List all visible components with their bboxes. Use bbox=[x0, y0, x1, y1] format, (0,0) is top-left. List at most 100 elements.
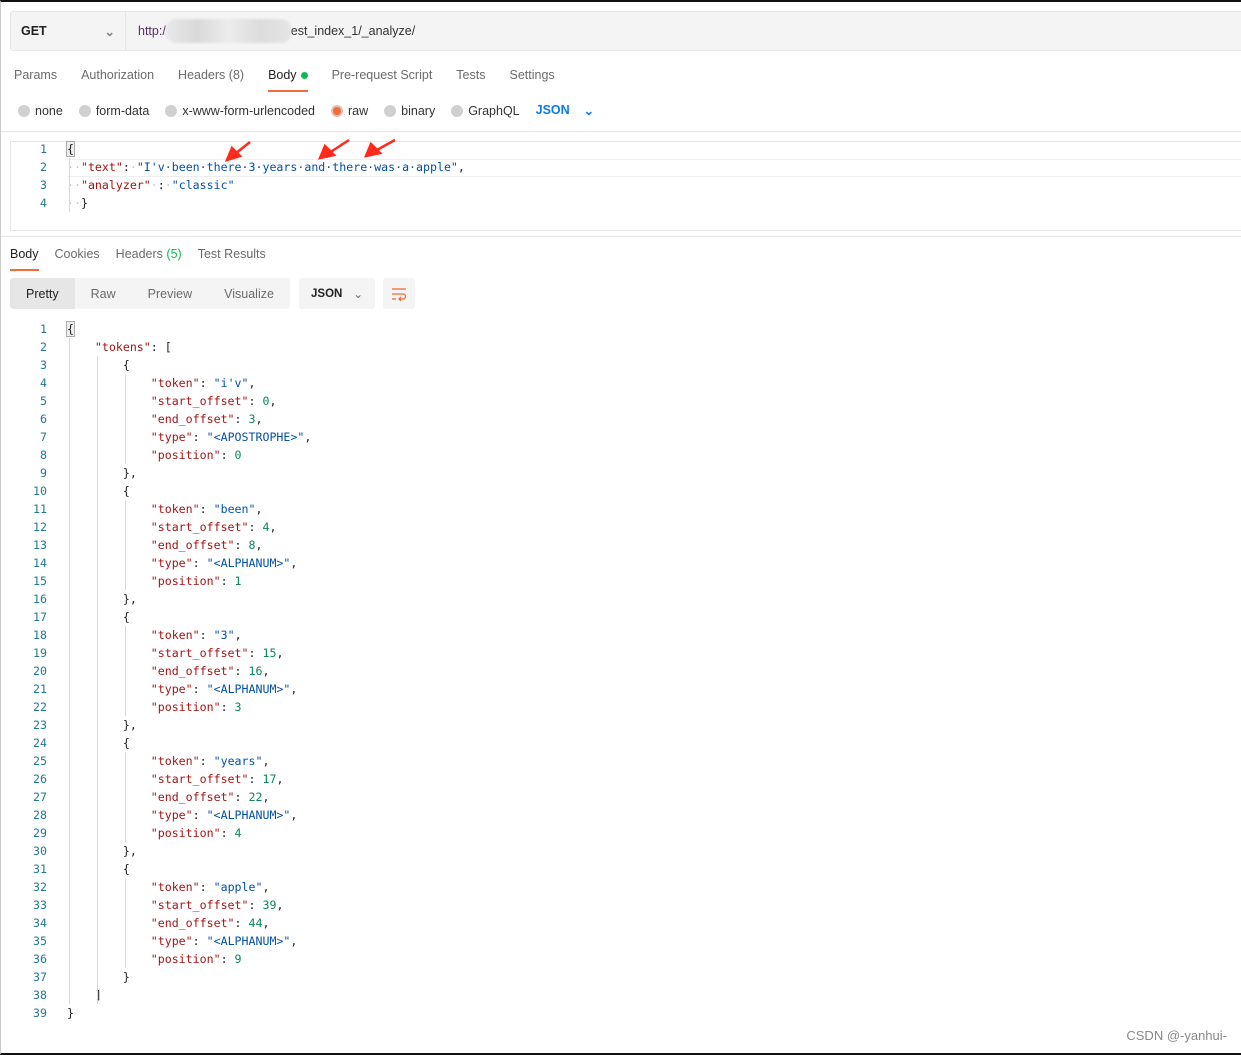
view-raw[interactable]: Raw bbox=[75, 278, 132, 309]
code-line: }, bbox=[67, 590, 137, 608]
view-visualize[interactable]: Visualize bbox=[208, 278, 290, 309]
code-token: "token" bbox=[150, 754, 200, 768]
code-line: "position": 4 bbox=[67, 824, 242, 842]
code-token: : bbox=[248, 898, 263, 912]
response-tab-headers[interactable]: Headers (5) bbox=[116, 247, 182, 271]
code-token: , bbox=[276, 898, 284, 912]
indent-guide bbox=[125, 374, 126, 464]
line-number: 39 bbox=[33, 1006, 47, 1020]
line-number: 11 bbox=[33, 502, 47, 516]
format-select[interactable]: JSON ⌄ bbox=[299, 278, 375, 309]
code-token: "<ALPHANUM>" bbox=[206, 556, 291, 570]
view-preview[interactable]: Preview bbox=[132, 278, 208, 309]
response-tab-cookies[interactable]: Cookies bbox=[55, 247, 100, 271]
code-line: "start_offset": 17, bbox=[67, 770, 284, 788]
code-token: "position" bbox=[150, 700, 221, 714]
arrow-head bbox=[363, 141, 383, 158]
code-token: : bbox=[234, 664, 249, 678]
arrow-head bbox=[317, 143, 337, 160]
code-token: "start_offset" bbox=[150, 898, 249, 912]
code-token: , bbox=[234, 628, 242, 642]
code-line: }, bbox=[67, 464, 137, 482]
line-number: 27 bbox=[33, 790, 47, 804]
code-line: "position": 1 bbox=[67, 572, 242, 590]
line-number: 23 bbox=[33, 718, 47, 732]
indent-guide bbox=[125, 626, 126, 716]
code-token: : bbox=[199, 376, 214, 390]
code-token: "tokens" bbox=[94, 340, 151, 354]
line-number: 35 bbox=[33, 934, 47, 948]
code-token: : bbox=[199, 502, 214, 516]
indent-guide bbox=[125, 752, 126, 842]
line-number: 10 bbox=[33, 484, 47, 498]
code-token: : bbox=[199, 628, 214, 642]
code-token: , bbox=[262, 880, 270, 894]
response-tab-body[interactable]: Body bbox=[10, 247, 39, 271]
code-token: 44 bbox=[248, 916, 263, 930]
code-token: , bbox=[255, 538, 263, 552]
line-number: 15 bbox=[33, 574, 47, 588]
code-token: "3" bbox=[213, 628, 235, 642]
code-token: "position" bbox=[150, 574, 221, 588]
code-line: "type": "<ALPHANUM>", bbox=[67, 554, 298, 572]
line-number: 32 bbox=[33, 880, 47, 894]
code-token: "end_offset" bbox=[150, 916, 235, 930]
line-number: 33 bbox=[33, 898, 47, 912]
code-token: , bbox=[290, 934, 298, 948]
code-line: "start_offset": 39, bbox=[67, 896, 284, 914]
watermark: CSDN @-yanhui- bbox=[1126, 1028, 1227, 1043]
code-line: "position": 3 bbox=[67, 698, 242, 716]
line-number: 1 bbox=[40, 322, 47, 336]
code-token: : bbox=[220, 826, 235, 840]
line-number: 29 bbox=[33, 826, 47, 840]
code-token: : bbox=[248, 394, 263, 408]
code-token: : bbox=[248, 520, 263, 534]
line-number: 17 bbox=[33, 610, 47, 624]
line-number: 38 bbox=[33, 988, 47, 1002]
code-token: "type" bbox=[150, 808, 193, 822]
code-token: 15 bbox=[262, 646, 277, 660]
code-token: : bbox=[248, 772, 263, 786]
code-token: , bbox=[269, 394, 277, 408]
tab-count: (5) bbox=[166, 247, 182, 261]
code-token: 1 bbox=[234, 574, 242, 588]
code-token: 9 bbox=[234, 952, 242, 966]
code-line: } bbox=[67, 968, 130, 986]
line-number: 4 bbox=[40, 376, 47, 390]
response-tab-test-results[interactable]: Test Results bbox=[198, 247, 266, 271]
code-line: "start_offset": 15, bbox=[67, 644, 284, 662]
code-token: , bbox=[290, 682, 298, 696]
code-token: : bbox=[199, 880, 214, 894]
code-token: "start_offset" bbox=[150, 394, 249, 408]
code-token: "end_offset" bbox=[150, 412, 235, 426]
code-token: : bbox=[220, 574, 235, 588]
code-token: , bbox=[290, 556, 298, 570]
code-token: , bbox=[262, 664, 270, 678]
line-number: 36 bbox=[33, 952, 47, 966]
wrap-lines-button[interactable] bbox=[383, 278, 415, 309]
code-token: "start_offset" bbox=[150, 520, 249, 534]
view-pretty[interactable]: Pretty bbox=[10, 278, 75, 309]
code-token: , bbox=[262, 754, 270, 768]
code-token: , bbox=[276, 646, 284, 660]
code-token: , bbox=[262, 916, 270, 930]
indent-guide bbox=[125, 878, 126, 968]
code-token: } bbox=[67, 970, 130, 984]
code-token: }, bbox=[67, 718, 137, 732]
tab-label: Cookies bbox=[54, 247, 100, 261]
code-line: } bbox=[67, 1004, 74, 1022]
code-token: 3 bbox=[234, 700, 242, 714]
line-number: 30 bbox=[33, 844, 47, 858]
wrap-icon bbox=[392, 287, 407, 301]
code-line: "position": 9 bbox=[67, 950, 242, 968]
